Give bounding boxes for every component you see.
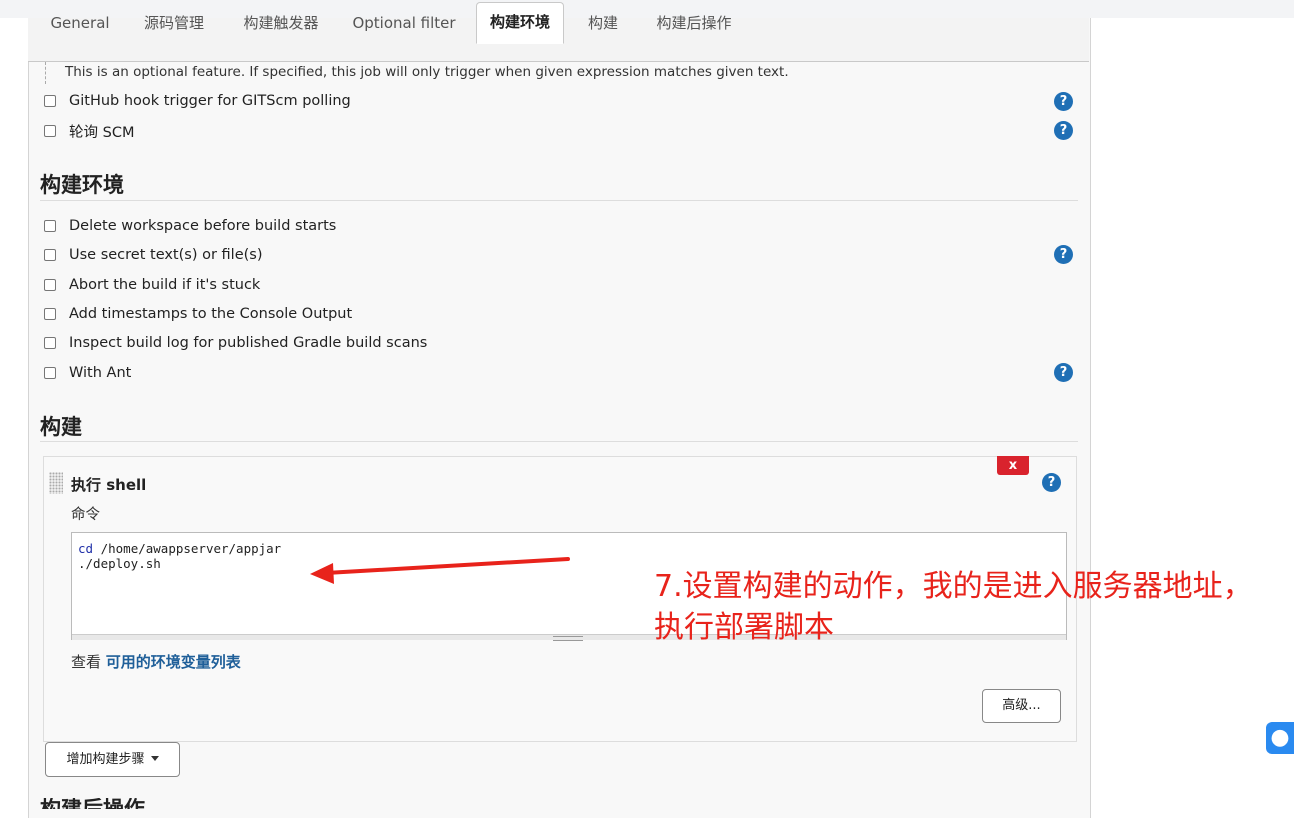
floating-assistant-icon[interactable]: ● <box>1266 722 1294 754</box>
annotation-arrow <box>310 557 570 584</box>
annotation-text: 7.设置构建的动作，我的是进入服务器地址，执行部署脚本 <box>654 569 1253 645</box>
